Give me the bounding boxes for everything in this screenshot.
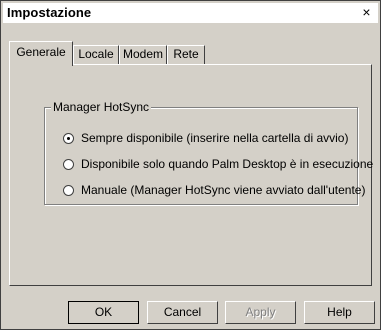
close-icon[interactable]: × [359, 5, 374, 20]
help-button[interactable]: Help [304, 301, 375, 324]
window-title: Impostazione [7, 5, 92, 20]
tab-panel-generale: Manager HotSync Sempre disponibile (inse… [9, 64, 373, 286]
ok-button[interactable]: OK [68, 301, 139, 324]
tab-locale[interactable]: Locale [73, 45, 119, 64]
tab-generale[interactable]: Generale [9, 41, 73, 66]
radio-only-when-palm-desktop-running[interactable]: Disponibile solo quando Palm Desktop è i… [63, 156, 373, 172]
hotsync-groupbox: Manager HotSync Sempre disponibile (inse… [44, 100, 373, 205]
radio-label-always-available: Sempre disponibile (inserire nella carte… [81, 131, 349, 145]
cancel-button[interactable]: Cancel [147, 301, 218, 324]
title-bar: Impostazione × [3, 3, 378, 23]
radio-button-unchecked[interactable] [63, 184, 74, 196]
settings-dialog: Impostazione × Generale Locale Modem Ret… [0, 0, 381, 330]
radio-button-checked[interactable] [63, 132, 74, 144]
apply-button[interactable]: Apply [225, 301, 296, 324]
tab-rete[interactable]: Rete [167, 45, 205, 64]
radio-label-manual: Manuale (Manager HotSync viene avviato d… [81, 183, 366, 197]
radio-manual[interactable]: Manuale (Manager HotSync viene avviato d… [63, 182, 365, 198]
radio-label-only-when-palm-desktop-running: Disponibile solo quando Palm Desktop è i… [81, 157, 374, 171]
tab-modem[interactable]: Modem [119, 45, 167, 64]
radio-button-unchecked[interactable] [63, 158, 74, 170]
groupbox-label: Manager HotSync [51, 100, 152, 114]
radio-always-available[interactable]: Sempre disponibile (inserire nella carte… [63, 130, 348, 146]
